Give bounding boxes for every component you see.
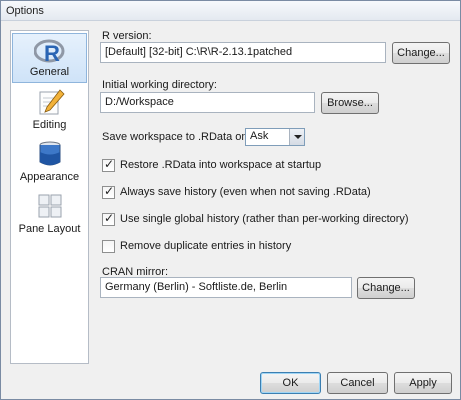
sidebar-item-editing[interactable]: Editing	[12, 85, 87, 135]
pane-grid-icon	[38, 194, 61, 218]
sidebar-item-label: Appearance	[19, 171, 80, 183]
checkbox-label: Remove duplicate entries in history	[120, 240, 292, 252]
save-workspace-value: Ask	[250, 130, 269, 142]
r-version-label: R version:	[102, 30, 152, 42]
remove-duplicates-checkbox-row[interactable]: Remove duplicate entries in history	[102, 240, 422, 254]
chevron-down-icon[interactable]	[289, 129, 304, 145]
window-title: Options	[6, 5, 44, 17]
title-bar[interactable]: Options	[1, 1, 460, 21]
r-version-field[interactable]: [Default] [32-bit] C:\R\R-2.13.1patched	[100, 42, 386, 63]
cran-mirror-field[interactable]: Germany (Berlin) - Softliste.de, Berlin	[100, 277, 352, 298]
restore-rdata-checkbox[interactable]: ✓	[102, 157, 115, 172]
sidebar-item-label: Editing	[32, 119, 67, 131]
checkbox-label: Always save history (even when not savin…	[120, 186, 371, 198]
sidebar-item-pane-layout[interactable]: Pane Layout	[12, 189, 87, 239]
remove-duplicates-checkbox[interactable]	[102, 240, 115, 253]
options-sidebar: R General Editing Appearance Pane Layout	[10, 30, 89, 364]
sidebar-item-label: Pane Layout	[18, 223, 81, 235]
sidebar-item-appearance[interactable]: Appearance	[12, 137, 87, 187]
working-dir-label: Initial working directory:	[102, 79, 217, 91]
checkmark-icon: ✓	[104, 211, 115, 225]
cancel-button[interactable]: Cancel	[327, 372, 388, 394]
checkmark-icon: ✓	[104, 157, 115, 171]
apply-button[interactable]: Apply	[394, 372, 452, 394]
save-workspace-select[interactable]: Ask	[245, 128, 305, 146]
restore-rdata-checkbox-row[interactable]: ✓ Restore .RData into workspace at start…	[102, 157, 422, 173]
checkbox-label: Use single global history (rather than p…	[120, 213, 409, 225]
browse-button[interactable]: Browse...	[321, 92, 379, 114]
checkbox-label: Restore .RData into workspace at startup	[120, 159, 322, 171]
cran-mirror-change-button[interactable]: Change...	[357, 277, 415, 299]
checkmark-icon: ✓	[104, 184, 115, 198]
r-logo-icon: R	[33, 39, 64, 65]
pencil-icon	[39, 89, 65, 115]
single-global-history-checkbox[interactable]: ✓	[102, 211, 115, 226]
paint-bucket-icon	[39, 141, 60, 166]
options-dialog: Options R General Editing Appearance Pan…	[0, 0, 461, 400]
sidebar-item-label: General	[29, 66, 70, 78]
always-save-history-checkbox[interactable]: ✓	[102, 184, 115, 199]
svg-text:R: R	[44, 41, 60, 65]
r-version-change-button[interactable]: Change...	[392, 42, 450, 64]
ok-button[interactable]: OK	[260, 372, 321, 394]
single-global-history-checkbox-row[interactable]: ✓ Use single global history (rather than…	[102, 211, 442, 227]
sidebar-item-general[interactable]: R General	[12, 33, 87, 83]
working-dir-field[interactable]: D:/Workspace	[100, 92, 315, 113]
always-save-history-checkbox-row[interactable]: ✓ Always save history (even when not sav…	[102, 184, 422, 200]
